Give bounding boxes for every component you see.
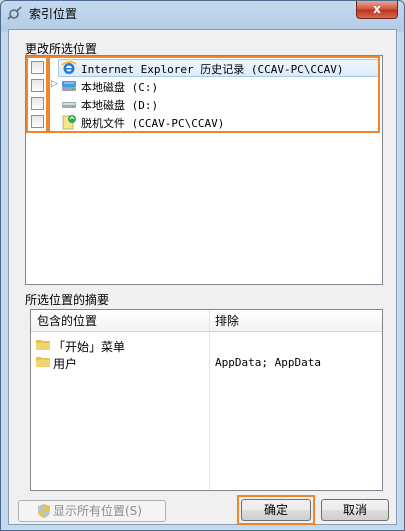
- close-button[interactable]: x: [356, 1, 398, 19]
- locations-highlight-box: [48, 56, 380, 133]
- list-item[interactable]: 用户: [31, 354, 209, 371]
- indexing-options-icon: [7, 6, 22, 20]
- window-title: 索引位置: [29, 7, 78, 21]
- title-bar[interactable]: 索引位置 x: [1, 1, 404, 25]
- column-header-included[interactable]: 包含的位置: [31, 310, 209, 332]
- column-header-excluded[interactable]: 排除: [209, 310, 382, 332]
- folder-icon: [36, 340, 50, 350]
- ok-button[interactable]: 确定: [241, 499, 311, 521]
- summary-label: 所选位置的摘要: [25, 293, 110, 307]
- shield-icon: [38, 504, 50, 518]
- column-divider: [209, 310, 210, 490]
- cancel-button[interactable]: 取消: [321, 499, 389, 521]
- show-all-label: 显示所有位置(S): [53, 504, 142, 518]
- list-item[interactable]: 「开始」菜单: [31, 337, 209, 354]
- indexed-locations-window: 索引位置 x 更改所选位置 Internet Explorer 历史记录 (CC…: [0, 0, 405, 531]
- summary-list[interactable]: 包含的位置 排除 「开始」菜单 用户 AppData; AppData: [30, 309, 383, 491]
- show-all-locations-button[interactable]: 显示所有位置(S): [18, 500, 166, 522]
- dialog-client-area: 更改所选位置 Internet Explorer 历史记录 (CCAV-PC\C…: [8, 29, 397, 525]
- included-location: 用户: [53, 357, 78, 371]
- excluded-location: AppData; AppData: [215, 356, 321, 369]
- included-location: 「开始」菜单: [53, 340, 126, 354]
- checkbox-highlight-box: [26, 56, 48, 133]
- folder-icon: [36, 357, 50, 367]
- locations-tree[interactable]: Internet Explorer 历史记录 (CCAV-PC\CCAV) ▷ …: [25, 55, 383, 285]
